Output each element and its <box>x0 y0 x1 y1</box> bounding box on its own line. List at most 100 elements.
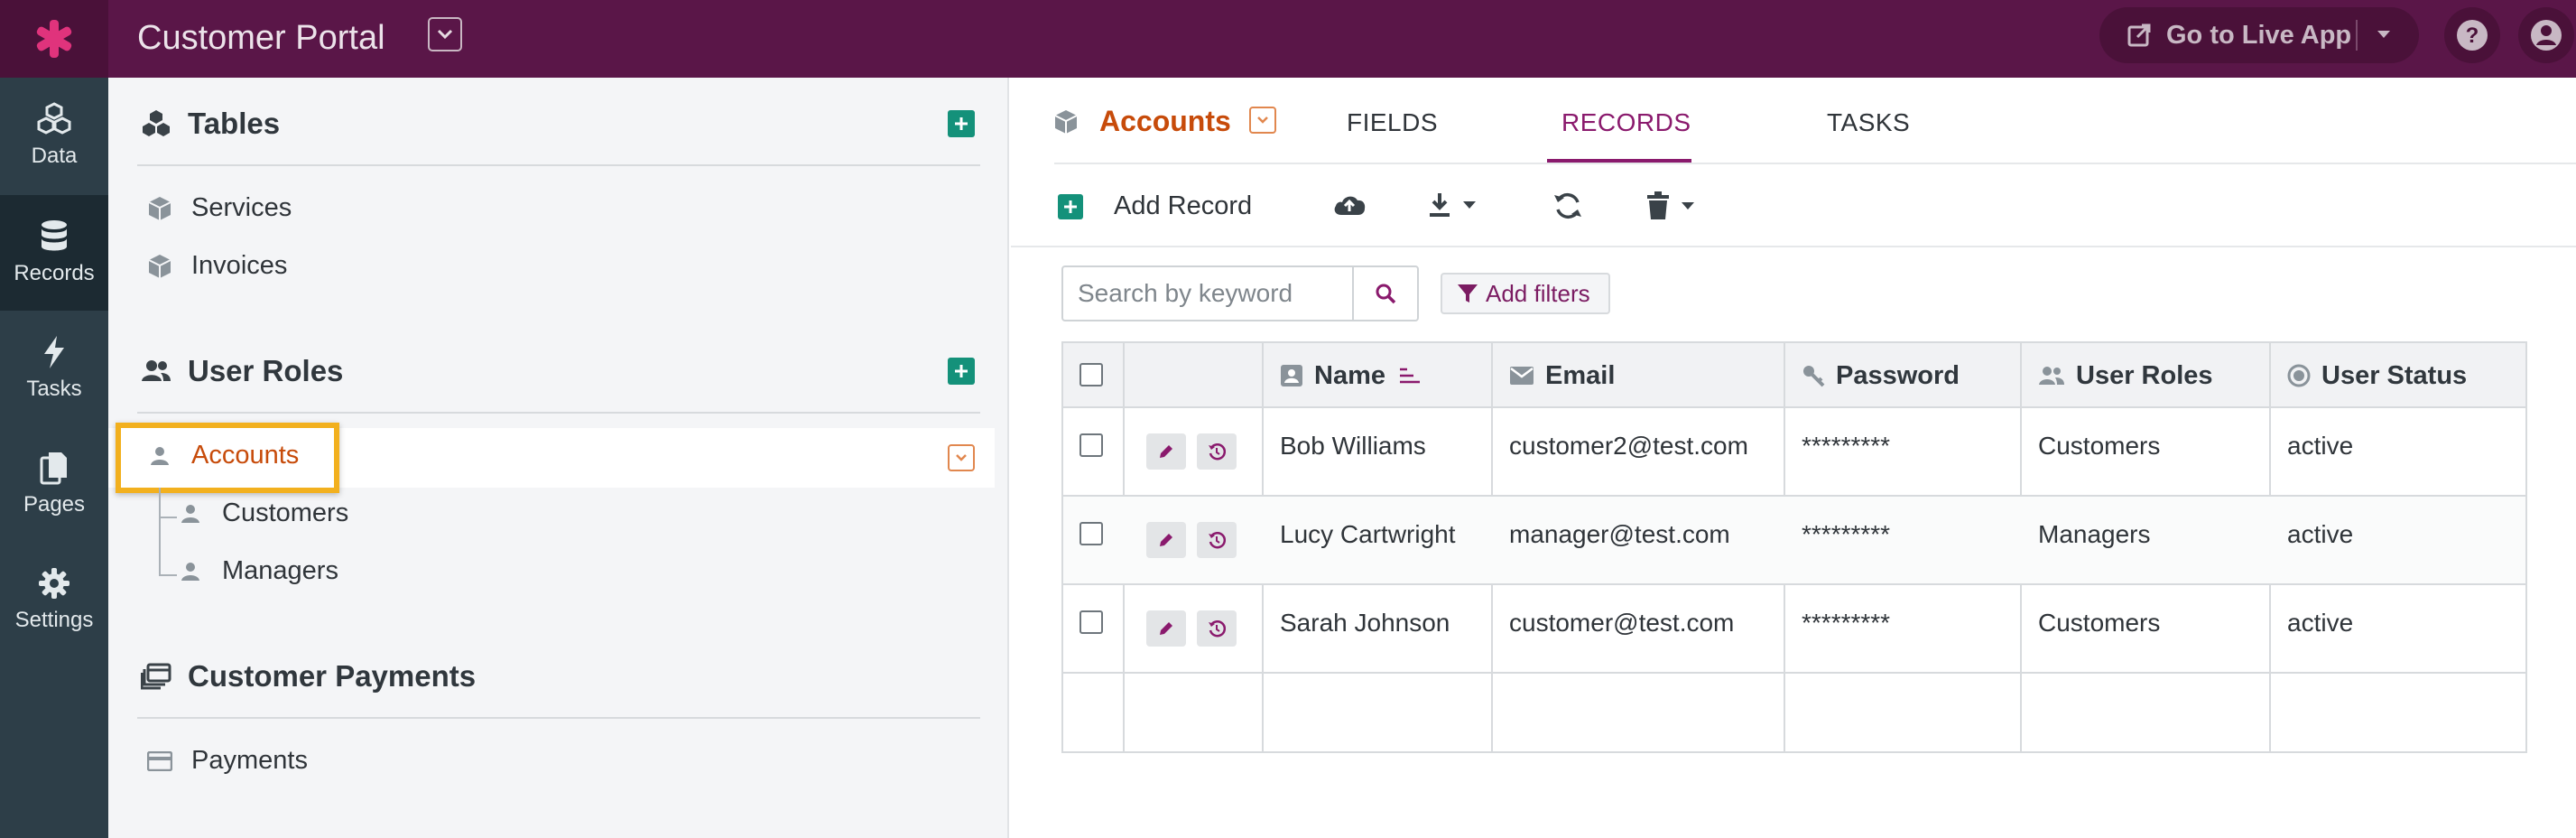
left-rail: Data Records Tasks Pages Settings <box>0 78 108 838</box>
export-dropdown-button[interactable] <box>1428 191 1477 219</box>
record-history-button[interactable] <box>1197 433 1237 470</box>
edit-record-button[interactable] <box>1146 522 1186 558</box>
rail-label-data: Data <box>31 144 78 168</box>
search-input[interactable] <box>1063 267 1352 320</box>
cell-password: ********* <box>1802 520 1891 548</box>
go-to-live-app-label: Go to Live App <box>2166 21 2352 50</box>
stacked-cards-icon <box>141 663 171 690</box>
row-checkbox[interactable] <box>1080 433 1103 457</box>
help-button[interactable]: ? <box>2444 7 2500 63</box>
app-logo[interactable] <box>0 0 108 78</box>
records-table: Name Email Password User Roles User Stat… <box>1061 341 2527 753</box>
pencil-icon <box>1160 534 1172 546</box>
tab-fields[interactable]: FIELDS <box>1347 108 1438 137</box>
sidebar-item-customers[interactable]: Customers <box>177 498 348 528</box>
refresh-button[interactable] <box>1552 191 1583 220</box>
rail-item-data[interactable]: Data <box>0 78 108 193</box>
plus-icon <box>1058 193 1083 219</box>
tables-heading: Tables <box>188 107 281 140</box>
app-title: Customer Portal <box>137 19 385 57</box>
rail-item-records[interactable]: Records <box>0 195 108 311</box>
user-icon <box>181 562 199 581</box>
column-header-user-roles[interactable]: User Roles <box>2038 343 2213 408</box>
main-content: Accounts FIELDS RECORDS TASKS Add Record <box>1011 78 2576 838</box>
column-header-label: User Status <box>2321 360 2468 390</box>
object-options-dropdown[interactable] <box>1249 107 1276 134</box>
gear-icon <box>39 568 69 599</box>
user-account-button[interactable] <box>2518 7 2574 63</box>
add-filters-label: Add filters <box>1486 279 1590 307</box>
rail-item-pages[interactable]: Pages <box>0 426 108 542</box>
chevron-down-icon <box>437 29 453 40</box>
record-history-button[interactable] <box>1197 522 1237 558</box>
cell-name: Lucy Cartwright <box>1280 520 1456 548</box>
bolt-icon <box>44 336 64 368</box>
section-divider <box>137 164 980 166</box>
cell-user-status: active <box>2287 609 2354 637</box>
pencil-icon <box>1160 445 1172 458</box>
sidebar-item-invoices[interactable]: Invoices <box>146 251 287 281</box>
add-user-role-button[interactable] <box>948 358 975 385</box>
row-checkbox[interactable] <box>1080 522 1103 545</box>
caret-down-icon[interactable] <box>2376 29 2392 40</box>
cell-email: customer2@test.com <box>1509 432 1748 460</box>
cell-password: ********* <box>1802 432 1891 460</box>
envelope-icon <box>1510 367 1534 385</box>
add-table-button[interactable] <box>948 110 975 137</box>
filter-icon <box>1458 284 1478 303</box>
key-icon <box>1803 366 1825 387</box>
column-header-email[interactable]: Email <box>1509 343 1615 408</box>
tree-connector <box>159 488 161 576</box>
table-row[interactable]: Bob Williams customer2@test.com ********… <box>1063 408 2525 497</box>
column-header-user-status[interactable]: User Status <box>2287 343 2467 408</box>
edit-record-button[interactable] <box>1146 610 1186 647</box>
cell-password: ********* <box>1802 609 1891 637</box>
go-to-live-app-button[interactable]: Go to Live App <box>2099 7 2419 63</box>
select-all-checkbox[interactable] <box>1080 363 1103 386</box>
rail-item-settings[interactable]: Settings <box>0 542 108 657</box>
column-header-password[interactable]: Password <box>1802 343 1960 408</box>
pages-icon <box>40 452 67 485</box>
sidebar-item-label: Payments <box>191 746 308 775</box>
column-header-name[interactable]: Name <box>1280 343 1422 408</box>
sidebar-item-label: Managers <box>222 556 338 585</box>
cube-icon <box>148 254 171 278</box>
import-button[interactable] <box>1332 191 1367 217</box>
rail-label-settings: Settings <box>14 608 94 632</box>
button-divider <box>2356 20 2358 51</box>
add-filters-button[interactable]: Add filters <box>1441 273 1610 314</box>
object-tab-bar: Accounts FIELDS RECORDS TASKS <box>1054 78 2576 164</box>
tab-tasks[interactable]: TASKS <box>1827 108 1910 137</box>
sidebar-item-payments[interactable]: Payments <box>146 746 308 776</box>
cubes-icon <box>37 102 71 135</box>
contact-card-icon <box>1281 365 1302 386</box>
sidebar-item-label: Invoices <box>191 251 288 280</box>
column-header-label: User Roles <box>2076 360 2213 390</box>
customer-payments-heading: Customer Payments <box>188 659 477 693</box>
sidebar-item-label: Customers <box>222 498 349 527</box>
user-icon <box>181 504 199 523</box>
delete-dropdown-button[interactable] <box>1646 191 1695 220</box>
add-record-button[interactable]: Add Record <box>1058 191 1252 221</box>
row-checkbox[interactable] <box>1080 610 1103 634</box>
plus-icon <box>955 117 968 130</box>
table-row[interactable]: Sarah Johnson customer@test.com ********… <box>1063 585 2525 674</box>
tree-connector <box>159 517 177 518</box>
rail-label-pages: Pages <box>23 492 86 517</box>
rail-item-tasks[interactable]: Tasks <box>0 311 108 426</box>
customer-payments-section-header: Customer Payments <box>141 659 476 694</box>
users-icon <box>2039 367 2064 385</box>
search-button[interactable] <box>1352 267 1417 320</box>
table-row[interactable]: Lucy Cartwright manager@test.com *******… <box>1063 497 2525 585</box>
trash-icon <box>1647 191 1669 219</box>
object-title: Accounts <box>1054 105 1231 138</box>
cube-icon <box>1054 109 1078 134</box>
record-history-button[interactable] <box>1197 610 1237 647</box>
highlight-annotation-box <box>116 423 339 493</box>
tab-records[interactable]: RECORDS <box>1561 108 1691 137</box>
edit-record-button[interactable] <box>1146 433 1186 470</box>
accounts-options-dropdown[interactable] <box>948 444 975 471</box>
sidebar-item-services[interactable]: Services <box>146 193 292 223</box>
sidebar-item-managers[interactable]: Managers <box>177 556 338 586</box>
app-menu-dropdown[interactable] <box>428 17 462 51</box>
